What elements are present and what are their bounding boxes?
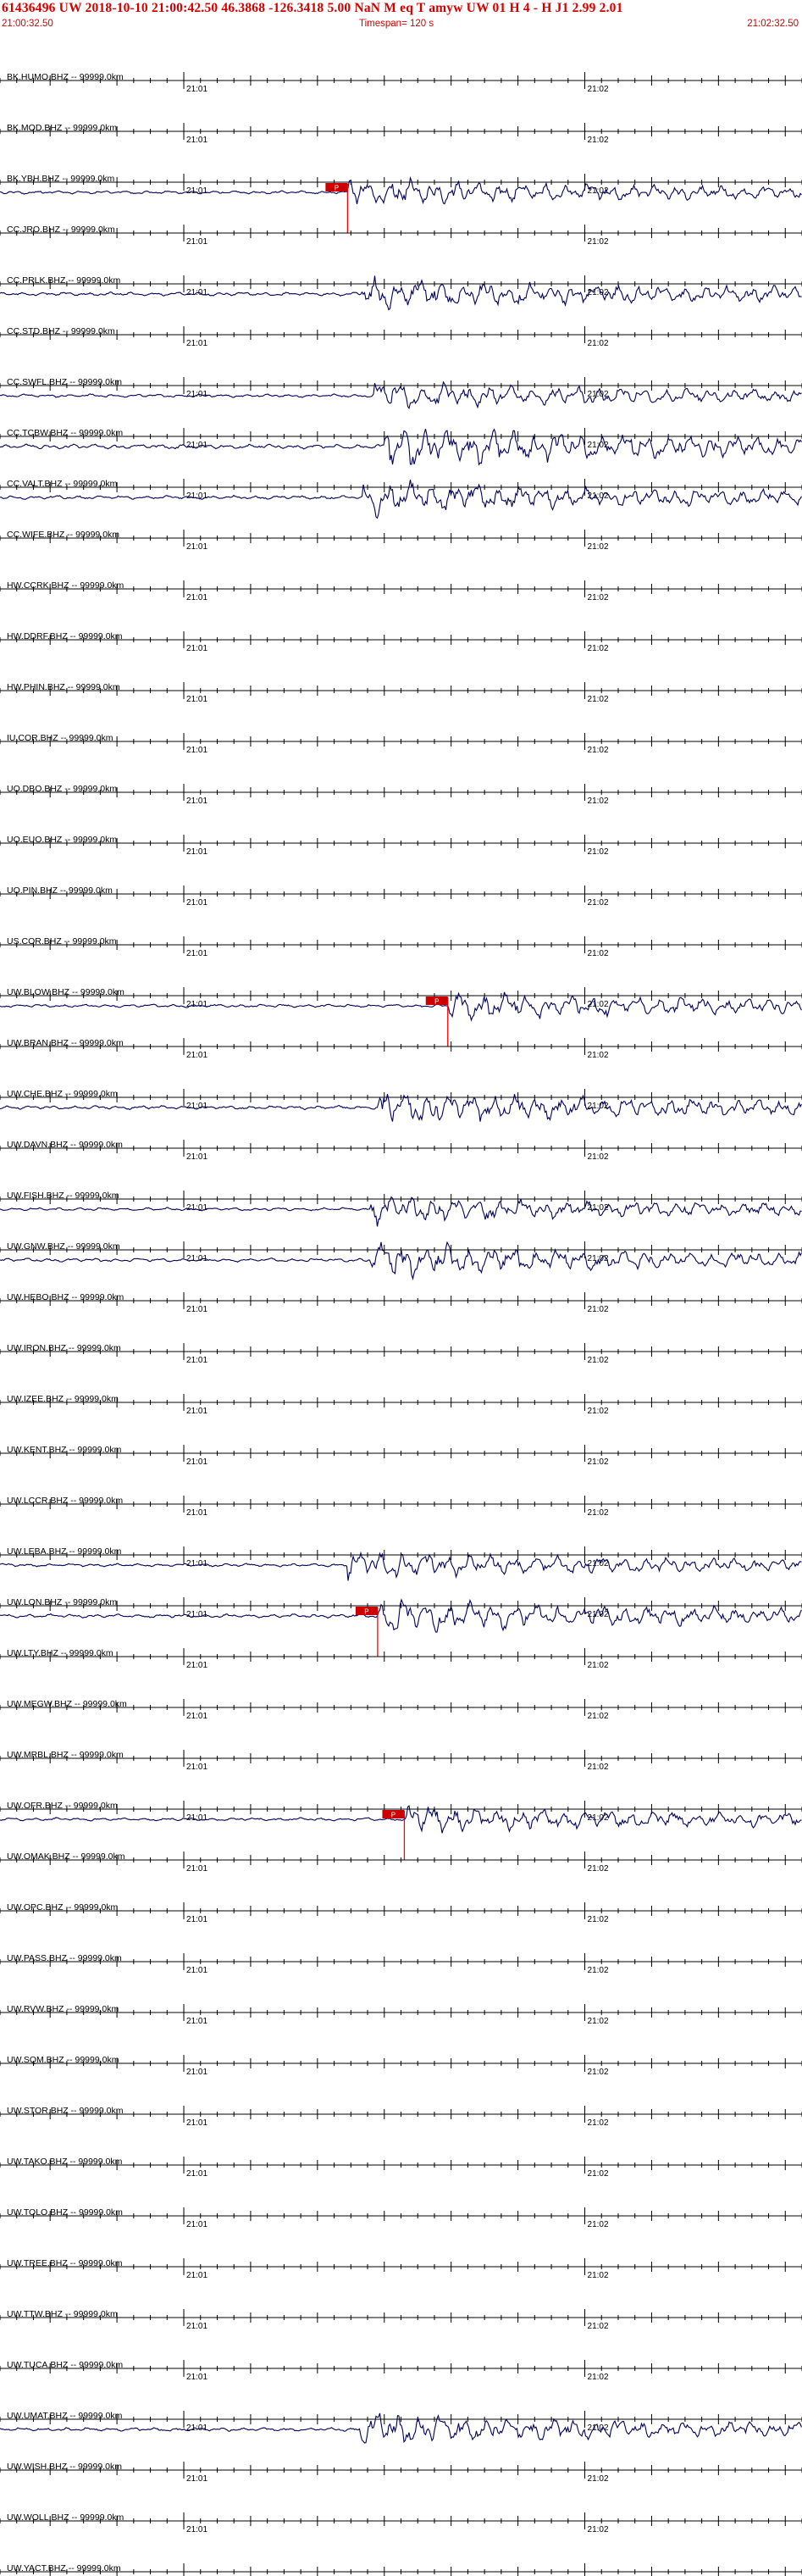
- time-tick-label: 21:01: [186, 2373, 207, 2382]
- time-tick-label: 21:01: [186, 186, 207, 196]
- time-tick-label: 21:02: [588, 847, 609, 857]
- time-tick-label: 21:01: [186, 797, 207, 806]
- time-tick-label: 21:02: [588, 746, 609, 755]
- time-tick-label: 21:02: [588, 2118, 609, 2128]
- time-tick-label: 21:01: [186, 1864, 207, 1874]
- time-tick-label: 21:02: [588, 85, 609, 94]
- time-tick-label: 21:01: [186, 898, 207, 908]
- time-tick-label: 21:02: [588, 1864, 609, 1874]
- time-tick-label: 21:01: [186, 2220, 207, 2229]
- time-tick-label: 21:01: [186, 2068, 207, 2077]
- time-tick-label: 21:01: [186, 1305, 207, 1314]
- time-tick-label: 21:01: [186, 1966, 207, 1975]
- time-tick-label: 21:02: [588, 949, 609, 958]
- time-tick-label: 21:02: [588, 593, 609, 602]
- time-tick-label: 21:02: [588, 1508, 609, 1518]
- time-tick-label: 21:02: [588, 1356, 609, 1365]
- time-tick-label: 21:02: [588, 2017, 609, 2026]
- time-tick-label: 21:02: [588, 2169, 609, 2179]
- time-tick-label: 21:02: [588, 797, 609, 806]
- time-tick-label: 21:01: [186, 237, 207, 247]
- time-tick-label: 21:02: [588, 2271, 609, 2280]
- time-tick-label: 21:02: [588, 1407, 609, 1416]
- time-tick-label: 21:01: [186, 136, 207, 145]
- time-tick-label: 21:02: [588, 1813, 609, 1823]
- time-tick-label: 21:02: [588, 1610, 609, 1619]
- time-tick-label: 21:01: [186, 542, 207, 552]
- time-tick-label: 21:02: [588, 2525, 609, 2534]
- time-tick-label: 21:01: [186, 1915, 207, 1924]
- time-tick-label: 21:01: [186, 2525, 207, 2534]
- time-tick-label: 21:02: [588, 644, 609, 653]
- time-tick-label: 21:01: [186, 339, 207, 348]
- time-tick-label: 21:02: [588, 542, 609, 552]
- time-tick-label: 21:02: [588, 898, 609, 908]
- time-tick-label: 21:02: [588, 1457, 609, 1467]
- time-tick-label: 21:02: [588, 136, 609, 145]
- time-tick-label: 21:01: [186, 1356, 207, 1365]
- time-tick-label: 21:02: [588, 2322, 609, 2331]
- time-tick-label: 21:02: [588, 237, 609, 247]
- time-tick-label: 21:02: [588, 1305, 609, 1314]
- time-tick-label: 21:02: [588, 1152, 609, 1162]
- time-tick-label: 21:01: [186, 695, 207, 704]
- seismogram-plot: BK.HUMO.BHZ -- 99999.0km21:01 21:02BK.MOD…: [0, 72, 802, 2576]
- time-tick-label: 21:02: [588, 2068, 609, 2077]
- time-tick-label: 21:02: [588, 695, 609, 704]
- time-tick-label: 21:01: [186, 2474, 207, 2484]
- time-tick-label: 21:02: [588, 1966, 609, 1975]
- time-tick-label: 21:01: [186, 1000, 207, 1009]
- time-tick-label: 21:01: [186, 1559, 207, 1568]
- time-tick-label: 21:01: [186, 1457, 207, 1467]
- time-tick-label: 21:01: [186, 1763, 207, 1772]
- time-tick-label: 21:01: [186, 1203, 207, 1213]
- time-tick-label: 21:01: [186, 1407, 207, 1416]
- time-tick-label: 21:02: [588, 1661, 609, 1670]
- time-tick-label: 21:01: [186, 644, 207, 653]
- pick-label: P: [434, 998, 439, 1006]
- time-tick-label: 21:01: [186, 1051, 207, 1060]
- time-tick-label: 21:02: [588, 1763, 609, 1772]
- pick-label: P: [335, 185, 339, 192]
- waveform-trace: [0, 1551, 802, 1581]
- time-tick-label: 21:01: [186, 2118, 207, 2128]
- time-tick-label: 21:01: [186, 847, 207, 857]
- time-tick-label: 21:01: [186, 441, 207, 450]
- time-tick-label: 21:02: [588, 2373, 609, 2382]
- time-tick-label: 21:02: [588, 1915, 609, 1924]
- time-tick-label: 21:02: [588, 1712, 609, 1721]
- time-tick-label: 21:02: [588, 2220, 609, 2229]
- time-tick-label: 21:02: [588, 339, 609, 348]
- time-tick-label: 21:01: [186, 2322, 207, 2331]
- time-tick-label: 21:02: [588, 2474, 609, 2484]
- time-tick-label: 21:02: [588, 1051, 609, 1060]
- pick-label: P: [391, 1812, 395, 1819]
- time-tick-label: 21:01: [186, 2017, 207, 2026]
- time-tick-label: 21:01: [186, 2271, 207, 2280]
- time-tick-label: 21:01: [186, 1152, 207, 1162]
- time-tick-label: 21:01: [186, 1508, 207, 1518]
- time-tick-label: 21:01: [186, 2169, 207, 2179]
- time-tick-label: 21:01: [186, 593, 207, 602]
- time-tick-label: 21:01: [186, 949, 207, 958]
- time-tick-label: 21:01: [186, 1712, 207, 1721]
- time-tick-label: 21:01: [186, 85, 207, 94]
- time-tick-label: 21:01: [186, 1661, 207, 1670]
- pick-label: P: [364, 1608, 368, 1616]
- time-tick-label: 21:01: [186, 746, 207, 755]
- time-tick-label: 21:01: [186, 1813, 207, 1823]
